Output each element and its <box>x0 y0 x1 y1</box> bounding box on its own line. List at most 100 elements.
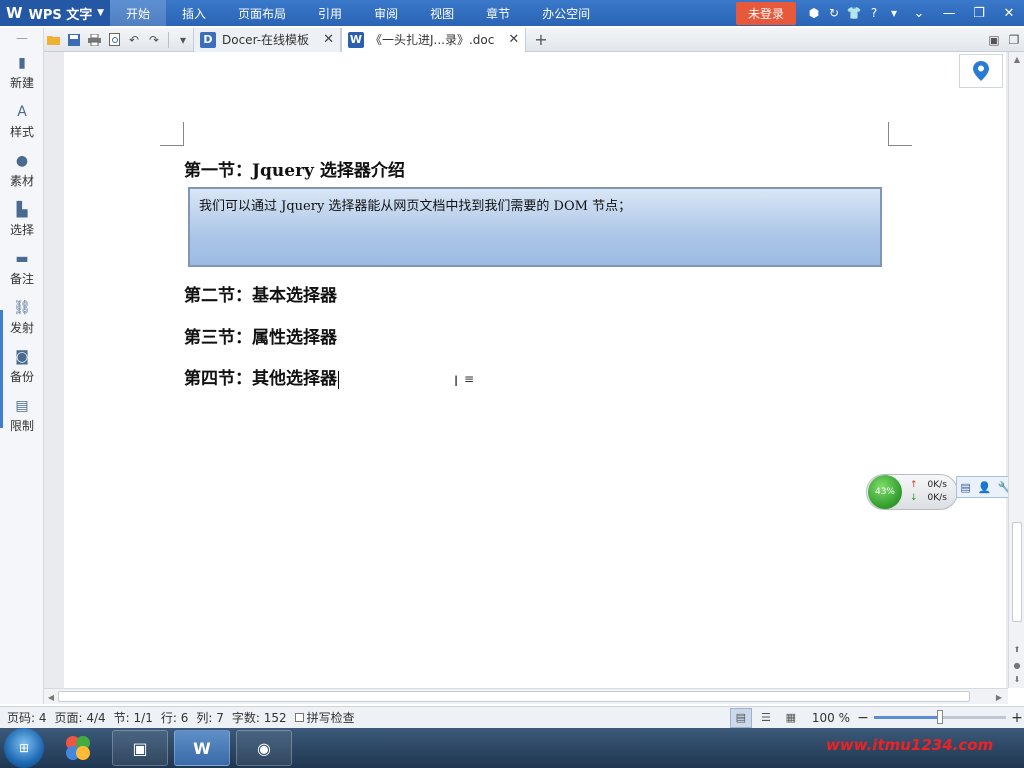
menu-chapter[interactable]: 章节 <box>470 0 526 26</box>
document-area[interactable]: 第一节：Jquery 选择器介绍 我们可以通过 Jquery 选择器能从网页文档… <box>44 52 1008 688</box>
zoom-slider-handle[interactable] <box>937 710 943 724</box>
zoom-slider-fill <box>874 716 940 719</box>
zoom-level[interactable]: 100 % <box>812 711 850 725</box>
sidebar-item-send[interactable]: ⛓ 发射 <box>0 293 44 342</box>
menu-review[interactable]: 审阅 <box>358 0 414 26</box>
taskbar-wps-app[interactable]: W <box>174 730 230 766</box>
sidebar-collapse-handle[interactable]: — <box>0 28 44 48</box>
sidebar-item-material[interactable]: ● 素材 <box>0 146 44 195</box>
sidebar-item-restrict[interactable]: ▤ 限制 <box>0 391 44 440</box>
prev-page-icon[interactable]: ⬆ <box>1009 642 1024 656</box>
spell-check-checkbox[interactable] <box>294 713 304 722</box>
close-icon[interactable]: ✕ <box>323 32 334 47</box>
sidebar-item-select[interactable]: ▙ 选择 <box>0 195 44 244</box>
scroll-right-icon[interactable]: ▶ <box>992 689 1006 705</box>
save-icon[interactable] <box>64 29 84 51</box>
page-view-icon[interactable]: ▤ <box>729 707 752 728</box>
paragraph-format-icon: ≡ <box>464 372 475 386</box>
new-tab-icon[interactable]: + <box>534 30 547 49</box>
left-task-sidebar: — ▮ 新建 A 样式 ● 素材 ▙ 选择 ▬ 备注 ⛓ 发射 ◙ 备份 ▤ 限… <box>0 28 44 704</box>
next-page-icon[interactable]: ⬇ <box>1009 672 1024 686</box>
skin-icon[interactable]: 👕 <box>844 0 864 26</box>
document-page[interactable]: 第一节：Jquery 选择器介绍 我们可以通过 Jquery 选择器能从网页文档… <box>64 52 1006 688</box>
restore-button[interactable]: ❐ <box>964 0 994 26</box>
web-view-icon[interactable]: ▦ <box>780 708 802 728</box>
minimize-button[interactable]: — <box>934 0 964 26</box>
menu-references[interactable]: 引用 <box>302 0 358 26</box>
menu-office-space[interactable]: 办公空间 <box>526 0 606 26</box>
app-name: WPS 文字 <box>28 7 93 23</box>
vertical-scroll-thumb[interactable] <box>1012 522 1022 622</box>
sync-icon[interactable]: ↻ <box>824 0 844 26</box>
sidebar-item-backup[interactable]: ◙ 备份 <box>0 342 44 391</box>
collapse-ribbon-icon[interactable]: ⌄ <box>904 0 934 26</box>
tab-docer[interactable]: D Docer-在线模板 ✕ <box>193 27 341 52</box>
memory-usage-ball[interactable]: 43% <box>868 475 902 509</box>
section-heading-1[interactable]: 第一节：Jquery 选择器介绍 <box>184 156 405 181</box>
screen-record-icon: ◉ <box>257 738 271 758</box>
section-heading-4[interactable]: 第四节：其他选择器 <box>184 364 339 389</box>
locate-button[interactable] <box>959 54 1003 88</box>
link-icon: ⛓ <box>13 300 31 316</box>
sidebar-item-new[interactable]: ▮ 新建 <box>0 48 44 97</box>
status-section[interactable]: 节: 1/1 <box>114 709 153 726</box>
login-button[interactable]: 未登录 <box>735 1 796 25</box>
toolbar-dropdown-icon[interactable]: ▾ <box>173 29 193 51</box>
open-icon[interactable] <box>44 29 64 51</box>
panel-icon[interactable]: ▤ <box>960 481 970 494</box>
horizontal-scroll-thumb[interactable] <box>58 691 970 702</box>
status-word-count[interactable]: 字数: 152 <box>232 709 287 726</box>
zoom-slider[interactable] <box>874 710 1006 724</box>
close-button[interactable]: ✕ <box>994 0 1024 26</box>
sidebar-item-label: 备份 <box>9 370 34 384</box>
print-icon[interactable] <box>84 29 104 51</box>
zoom-in-icon[interactable]: + <box>1010 710 1024 726</box>
status-pages[interactable]: 页面: 4/4 <box>55 709 106 726</box>
share-icon[interactable]: ⬢ <box>804 0 824 26</box>
scroll-up-icon[interactable]: ▲ <box>1009 52 1024 66</box>
redo-icon[interactable]: ↷ <box>144 29 164 51</box>
help-icon[interactable]: ? <box>864 0 884 26</box>
vertical-scrollbar[interactable]: ▲ ⬆ ● ⬇ <box>1008 52 1024 688</box>
tab-list-icon[interactable]: ▣ <box>984 29 1004 51</box>
status-page-number[interactable]: 页码: 4 <box>7 709 47 726</box>
spell-check-toggle[interactable]: 拼写检查 <box>294 709 355 726</box>
select-browse-object-icon[interactable]: ● <box>1009 658 1024 672</box>
outline-view-icon[interactable]: ☰ <box>755 708 777 728</box>
close-icon[interactable]: ✕ <box>508 32 519 47</box>
word-doc-icon: W <box>347 31 364 48</box>
margin-corner-marker <box>160 122 184 146</box>
sidebar-item-label: 限制 <box>9 419 34 433</box>
scroll-left-icon[interactable]: ◀ <box>44 689 58 705</box>
status-column[interactable]: 列: 7 <box>196 709 224 726</box>
taskbar-recording-app[interactable]: ◉ <box>236 730 292 766</box>
wps-app-menu[interactable]: W WPS 文字 ▼ <box>0 0 110 26</box>
menu-home[interactable]: 开始 <box>110 0 167 26</box>
title-menu-bar: W WPS 文字 ▼ 开始 插入 页面布局 引用 审阅 视图 章节 办公空间 未… <box>0 0 1024 26</box>
menu-page-layout[interactable]: 页面布局 <box>222 0 302 26</box>
user-icon[interactable]: 👤 <box>977 481 991 494</box>
horizontal-scrollbar[interactable]: ◀ ▶ <box>44 688 1008 704</box>
help-dropdown-icon[interactable]: ▾ <box>884 0 904 26</box>
network-rates: ↑ 0K/s ↓ 0K/s <box>910 479 947 505</box>
sidebar-accent-bar <box>0 310 3 428</box>
sidebar-item-comment[interactable]: ▬ 备注 <box>0 244 44 293</box>
section-heading-4-text: 第四节：其他选择器 <box>184 369 337 389</box>
section-heading-2[interactable]: 第二节：基本选择器 <box>184 281 337 306</box>
undo-icon[interactable]: ↶ <box>124 29 144 51</box>
network-monitor-widget[interactable]: 43% ↑ 0K/s ↓ 0K/s <box>866 474 958 510</box>
print-preview-icon[interactable] <box>104 29 124 51</box>
tab-restore-icon[interactable]: ❐ <box>1004 29 1024 51</box>
tab-document[interactable]: W 《一头扎进J...录》.doc ✕ <box>340 27 527 52</box>
start-button[interactable]: ⊞ <box>4 728 44 768</box>
section-heading-3[interactable]: 第三节：属性选择器 <box>184 323 337 348</box>
taskbar-recorder-app[interactable]: ▣ <box>112 730 168 766</box>
status-row[interactable]: 行: 6 <box>161 709 189 726</box>
zoom-out-icon[interactable]: − <box>856 710 870 726</box>
taskbar-app-icon[interactable] <box>50 730 106 766</box>
menu-view[interactable]: 视图 <box>414 0 470 26</box>
sidebar-item-style[interactable]: A 样式 <box>0 97 44 146</box>
text-box-shape[interactable]: 我们可以通过 Jquery 选择器能从网页文档中找到我们需要的 DOM 节点； <box>188 187 882 267</box>
comment-icon: ▬ <box>15 251 29 267</box>
menu-insert[interactable]: 插入 <box>166 0 222 26</box>
